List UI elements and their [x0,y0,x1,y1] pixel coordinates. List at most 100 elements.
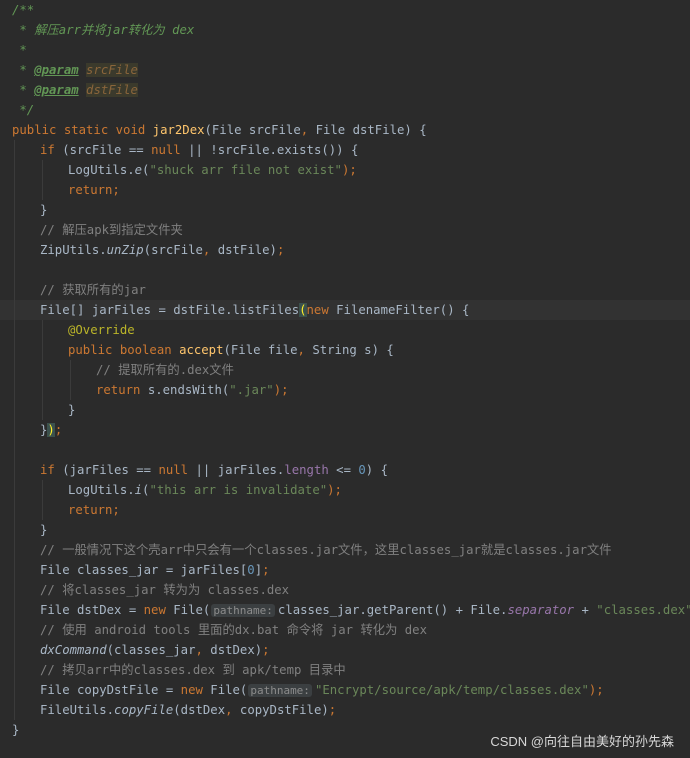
code-line[interactable]: if (jarFiles == null || jarFiles.length … [12,460,690,480]
code-line[interactable]: } [12,200,690,220]
code-line[interactable]: File classes_jar = jarFiles[0]; [12,560,690,580]
code-line[interactable]: LogUtils.e("shuck arr file not exist"); [12,160,690,180]
code-token: dstDex) [210,643,263,657]
code-token: // 一般情况下这个壳arr中只会有一个classes.jar文件，这里clas… [40,543,612,557]
code-line[interactable]: // 获取所有的jar [12,280,690,300]
code-line[interactable]: dxCommand(classes_jar, dstDex); [12,640,690,660]
code-token: s.endsWith( [147,383,230,397]
code-line[interactable] [12,260,690,280]
code-token: (dstDex [173,703,226,717]
code-line[interactable]: // 一般情况下这个壳arr中只会有一个classes.jar文件，这里clas… [12,540,690,560]
code-line[interactable] [12,440,690,460]
code-line[interactable]: return; [12,500,690,520]
code-token: } [12,723,20,737]
code-line[interactable]: public static void jar2Dex(File srcFile,… [12,120,690,140]
indent-guide [42,480,43,500]
code-line[interactable]: // 解压apk到指定文件夹 [12,220,690,240]
code-token: ) [47,423,55,437]
code-line[interactable]: } [12,400,690,420]
code-token: , [225,703,240,717]
code-token: || !srcFile.exists()) { [188,143,359,157]
code-token: copyDstFile) [239,703,329,717]
code-token: ); [588,683,604,697]
code-token: @Override [68,323,135,337]
code-token: 0 [247,563,255,577]
code-line[interactable]: }); [12,420,690,440]
code-token: , [202,243,218,257]
indent-guide [14,640,15,660]
code-line[interactable]: } [12,520,690,540]
indent-guide [42,320,43,340]
code-line[interactable]: File copyDstFile = new File(pathname: "En… [12,680,690,700]
indent-guide [42,160,43,180]
code-line[interactable]: * [12,40,690,60]
code-token: "this arr is invalidate" [149,483,328,497]
code-line[interactable]: File[] jarFiles = dstFile.listFiles(new … [0,300,690,320]
code-line[interactable]: // 拷贝arr中的classes.dex 到 apk/temp 目录中 [12,660,690,680]
code-token: jar2Dex [152,123,205,137]
code-line[interactable]: public boolean accept(File file, String … [12,340,690,360]
code-token: accept [179,343,224,357]
code-line[interactable]: // 使用 android tools 里面的dx.bat 命令将 jar 转化… [12,620,690,640]
code-token: , [195,643,211,657]
code-token: (File file [223,343,298,357]
code-line[interactable]: return; [12,180,690,200]
code-token: new [143,603,174,617]
parameter-hint: pathname: [211,604,275,617]
indent-guide [70,360,71,380]
code-area[interactable]: /** * 解压arr并将jar转化为 dex * * @param srcFi… [0,0,690,740]
indent-guide [14,460,15,480]
code-line[interactable]: FileUtils.copyFile(dstDex, copyDstFile); [12,700,690,720]
code-line[interactable]: // 提取所有的.dex文件 [12,360,690,380]
code-line[interactable]: ZipUtils.unZip(srcFile, dstFile); [12,240,690,260]
indent-guide [14,540,15,560]
code-token: dstFile) [217,243,277,257]
code-token: FilenameFilter() { [336,303,470,317]
code-line[interactable]: return s.endsWith(".jar"); [12,380,690,400]
code-token: } [40,523,48,537]
indent-guide [14,520,15,540]
code-editor[interactable]: /** * 解压arr并将jar转化为 dex * * @param srcFi… [0,0,690,758]
indent-guide [14,180,15,200]
code-token: ( [299,303,307,317]
code-token: (File srcFile [204,123,301,137]
code-token: new [306,303,337,317]
code-token: // 获取所有的jar [40,283,146,297]
code-line[interactable]: * @param dstFile [12,80,690,100]
code-token: i [134,483,143,497]
code-token: separator [507,603,582,617]
code-token: * [12,43,27,57]
code-line[interactable]: // 将classes_jar 转为为 classes.dex [12,580,690,600]
indent-guide [14,500,15,520]
indent-guide [14,320,15,340]
code-line[interactable]: if (srcFile == null || !srcFile.exists()… [12,140,690,160]
code-token: (srcFile [143,243,203,257]
code-token: unZip [106,243,144,257]
code-token: ); [341,163,357,177]
code-line[interactable]: * 解压arr并将jar转化为 dex [12,20,690,40]
indent-guide [14,360,15,380]
code-line[interactable]: /** [12,0,690,20]
code-token: copyFile [114,703,174,717]
code-token: new [180,683,211,697]
indent-guide [14,620,15,640]
code-token: <= [336,463,359,477]
code-token: , [300,123,316,137]
code-token: // 拷贝arr中的classes.dex 到 apk/temp 目录中 [40,663,346,677]
indent-guide [14,700,15,720]
code-line[interactable]: */ [12,100,690,120]
indent-guide [14,340,15,360]
code-token: // 使用 android tools 里面的dx.bat 命令将 jar 转化… [40,623,427,637]
code-line[interactable]: @Override [12,320,690,340]
code-line[interactable]: File dstDex = new File(pathname: classes_… [12,600,690,620]
code-token: ; [328,703,337,717]
code-line[interactable]: * @param srcFile [12,60,690,80]
watermark: CSDN @向往自由美好的孙先森 [490,734,674,749]
code-token: e [134,163,143,177]
code-token: } [68,403,76,417]
code-line[interactable]: LogUtils.i("this arr is invalidate"); [12,480,690,500]
code-token: "classes.dex" [596,603,690,617]
code-token: , [297,343,313,357]
code-token: public static void [12,123,153,137]
code-token: @param [34,83,79,97]
